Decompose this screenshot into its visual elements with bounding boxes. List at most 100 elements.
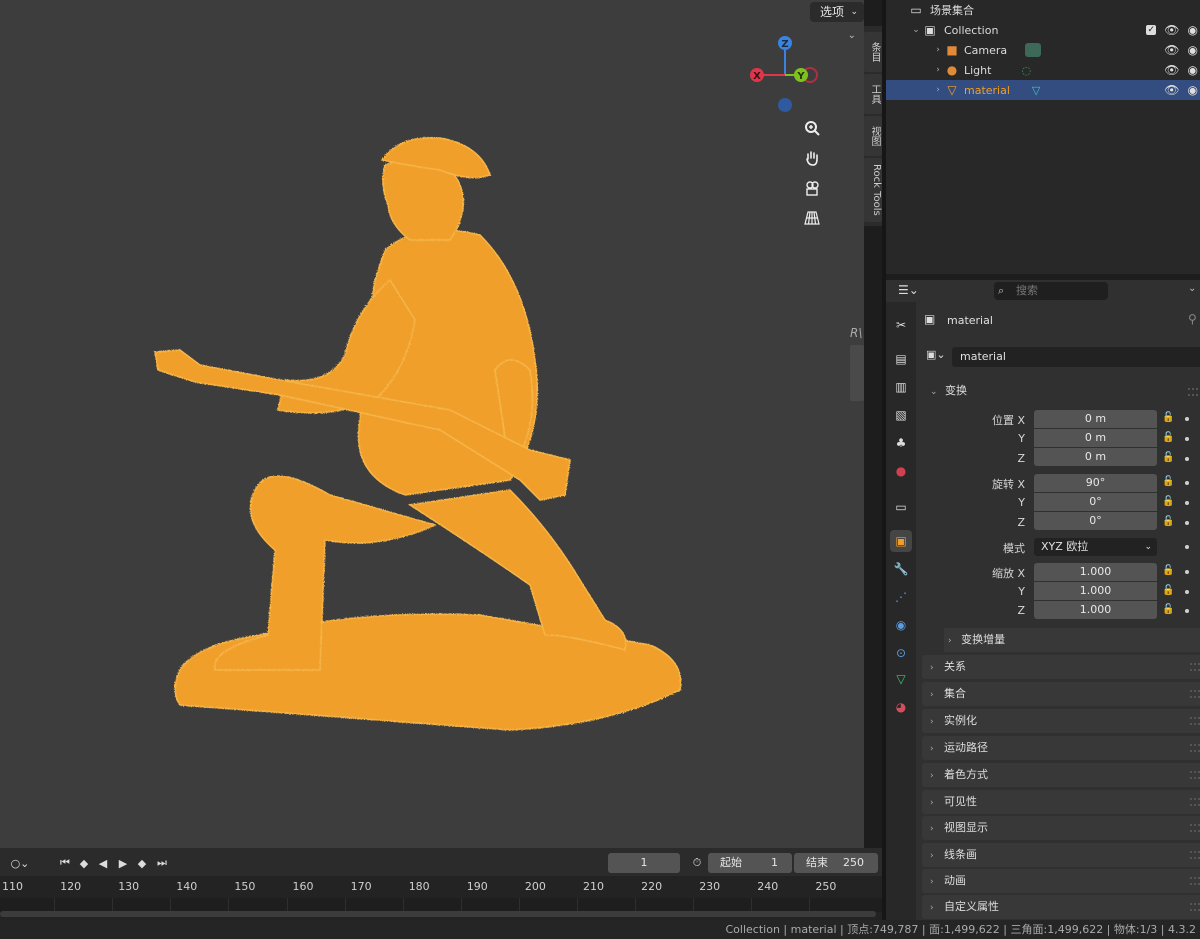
panel-grip[interactable] xyxy=(1190,663,1200,671)
viewport-scrollbar[interactable] xyxy=(850,345,864,401)
lock-icon[interactable]: 🔓 xyxy=(1162,432,1174,443)
end-frame-field[interactable]: 结束 250 xyxy=(794,853,878,873)
gizmo-neg-z-ball[interactable] xyxy=(778,98,792,112)
zoom-icon[interactable] xyxy=(800,116,824,140)
constraints-icon[interactable]: ⊙ xyxy=(890,642,912,664)
transform-panel-header[interactable]: ⌄ 变换 xyxy=(930,382,967,398)
rotation-mode-dropdown[interactable]: XYZ 欧拉 ⌄ xyxy=(1034,538,1157,556)
panel-collections[interactable]: › 集合 xyxy=(922,682,1200,706)
current-frame-field[interactable]: 1 xyxy=(608,853,680,873)
panel-instancing[interactable]: › 实例化 xyxy=(922,709,1200,733)
play-reverse-icon[interactable]: ◀ xyxy=(96,855,110,871)
3d-viewport[interactable]: 选项 ⌄ ⌄ Z X Y R\ xyxy=(0,0,864,848)
3d-model-soldier[interactable] xyxy=(150,130,690,740)
keyframe-dot[interactable] xyxy=(1185,501,1189,505)
particles-icon[interactable]: ⋰ xyxy=(890,586,912,608)
panel-grip[interactable] xyxy=(1190,717,1200,725)
keyframe-dot[interactable] xyxy=(1185,481,1189,485)
lock-icon[interactable]: 🔓 xyxy=(1162,452,1174,463)
panel-grip[interactable] xyxy=(1190,877,1200,885)
scale-x-field[interactable]: 1.000 xyxy=(1034,563,1157,581)
keyframe-dot[interactable] xyxy=(1185,457,1189,461)
lock-icon[interactable]: 🔓 xyxy=(1162,476,1174,487)
jump-end-icon[interactable]: ⏭ xyxy=(155,855,169,871)
rotation-y-field[interactable]: 0° xyxy=(1034,493,1157,511)
panel-grip[interactable] xyxy=(1190,903,1200,911)
pin-icon[interactable]: ⚲ xyxy=(1188,312,1197,326)
outliner-scene-collection[interactable]: ▭ 场景集合 xyxy=(886,0,1200,20)
hand-pan-icon[interactable] xyxy=(800,146,824,170)
view-layer-icon[interactable]: ▧ xyxy=(890,404,912,426)
eye-icon[interactable]: 👁 xyxy=(1164,23,1179,37)
panel-grip[interactable] xyxy=(1190,851,1200,859)
chevron-down-icon[interactable]: ⌄ xyxy=(1188,283,1196,294)
object-name-field[interactable]: material xyxy=(952,347,1200,367)
render-camera-icon[interactable]: ◉ xyxy=(1188,63,1198,77)
panel-grip[interactable] xyxy=(1188,388,1198,396)
outliner-row-collection[interactable]: ⌄ ▣ Collection ✓ 👁 ◉ xyxy=(886,20,1200,40)
properties-search-input[interactable]: ⌕ 搜索 xyxy=(994,282,1108,300)
delta-transform-panel-header[interactable]: › 变换增量 xyxy=(944,628,1200,652)
next-keyframe-icon[interactable]: ◆ xyxy=(134,855,150,871)
panel-grip[interactable] xyxy=(1190,798,1200,806)
eye-icon[interactable]: 👁 xyxy=(1164,83,1179,97)
panel-shading[interactable]: › 着色方式 xyxy=(922,763,1200,787)
panel-animation[interactable]: › 动画 xyxy=(922,869,1200,893)
tool-icon[interactable]: ✂ xyxy=(890,314,912,336)
output-icon[interactable]: ▥ xyxy=(890,376,912,398)
chevron-down-icon[interactable]: ⌄ xyxy=(910,25,922,35)
panel-grip[interactable] xyxy=(1190,824,1200,832)
lock-icon[interactable]: 🔓 xyxy=(1162,496,1174,507)
outliner-row-camera[interactable]: › ■ Camera 👁 ◉ xyxy=(886,40,1200,60)
eye-icon[interactable]: 👁 xyxy=(1164,43,1179,57)
panel-custom-properties[interactable]: › 自定义属性 xyxy=(922,895,1200,919)
light-data-icon[interactable]: ◌ xyxy=(1021,64,1031,77)
panel-motion-paths[interactable]: › 运动路径 xyxy=(922,736,1200,760)
tab-rock-tools[interactable]: Rock Tools xyxy=(864,158,882,222)
chevron-right-icon[interactable]: › xyxy=(932,85,944,95)
keyframe-dot[interactable] xyxy=(1185,609,1189,613)
lock-icon[interactable]: 🔓 xyxy=(1162,516,1174,527)
chevron-right-icon[interactable]: › xyxy=(932,45,944,55)
render-camera-icon[interactable]: ◉ xyxy=(1188,43,1198,57)
tab-view[interactable]: 视图 xyxy=(864,116,882,156)
panel-grip[interactable] xyxy=(1190,744,1200,752)
keyframe-dot[interactable] xyxy=(1185,590,1189,594)
material-icon[interactable]: ◕ xyxy=(890,696,912,718)
auto-keying-icon[interactable]: ○⌄ xyxy=(10,855,30,871)
lock-icon[interactable]: 🔓 xyxy=(1162,412,1174,423)
options-dropdown[interactable]: 选项 ⌄ xyxy=(809,2,864,22)
location-x-field[interactable]: 0 m xyxy=(1034,410,1157,428)
modifier-wrench-icon[interactable]: 🔧 xyxy=(890,558,912,580)
physics-icon[interactable]: ◉ xyxy=(890,614,912,636)
navigation-gizmo[interactable]: Z X Y xyxy=(744,30,824,120)
keyframe-dot[interactable] xyxy=(1185,521,1189,525)
checkbox-icon[interactable]: ✓ xyxy=(1146,25,1157,35)
mesh-data-icon[interactable]: ▽ xyxy=(890,668,912,690)
panel-line-art[interactable]: › 线条画 xyxy=(922,843,1200,867)
panel-viewport-display[interactable]: › 视图显示 xyxy=(922,816,1200,840)
eye-icon[interactable]: 👁 xyxy=(1164,63,1179,77)
lock-icon[interactable]: 🔓 xyxy=(1162,565,1174,576)
panel-grip[interactable] xyxy=(1190,690,1200,698)
scale-y-field[interactable]: 1.000 xyxy=(1034,582,1157,600)
prev-keyframe-icon[interactable]: ◆ xyxy=(76,855,92,871)
object-properties-icon[interactable]: ▣ xyxy=(890,530,912,552)
keyframe-dot[interactable] xyxy=(1185,570,1189,574)
camera-data-icon[interactable] xyxy=(1025,43,1042,57)
play-icon[interactable]: ▶ xyxy=(116,855,130,871)
collection-icon[interactable]: ▭ xyxy=(890,496,912,518)
keyframe-dot[interactable] xyxy=(1185,545,1189,549)
perspective-grid-icon[interactable] xyxy=(800,206,824,230)
outliner-row-material[interactable]: › ▽ material ▽ 👁 ◉ xyxy=(886,80,1200,100)
panel-relations[interactable]: › 关系 xyxy=(922,655,1200,679)
lock-icon[interactable]: 🔓 xyxy=(1162,604,1174,615)
tab-item[interactable]: 条目 xyxy=(864,32,882,72)
editor-type-icon[interactable]: ☰⌄ xyxy=(898,283,919,297)
jump-start-icon[interactable]: ⏮ xyxy=(58,855,72,871)
location-z-field[interactable]: 0 m xyxy=(1034,448,1157,466)
start-frame-field[interactable]: 起始 1 xyxy=(708,853,792,873)
chevron-down-icon[interactable]: ⌄ xyxy=(848,30,856,41)
chevron-right-icon[interactable]: › xyxy=(932,65,944,75)
camera-icon[interactable] xyxy=(800,176,824,200)
